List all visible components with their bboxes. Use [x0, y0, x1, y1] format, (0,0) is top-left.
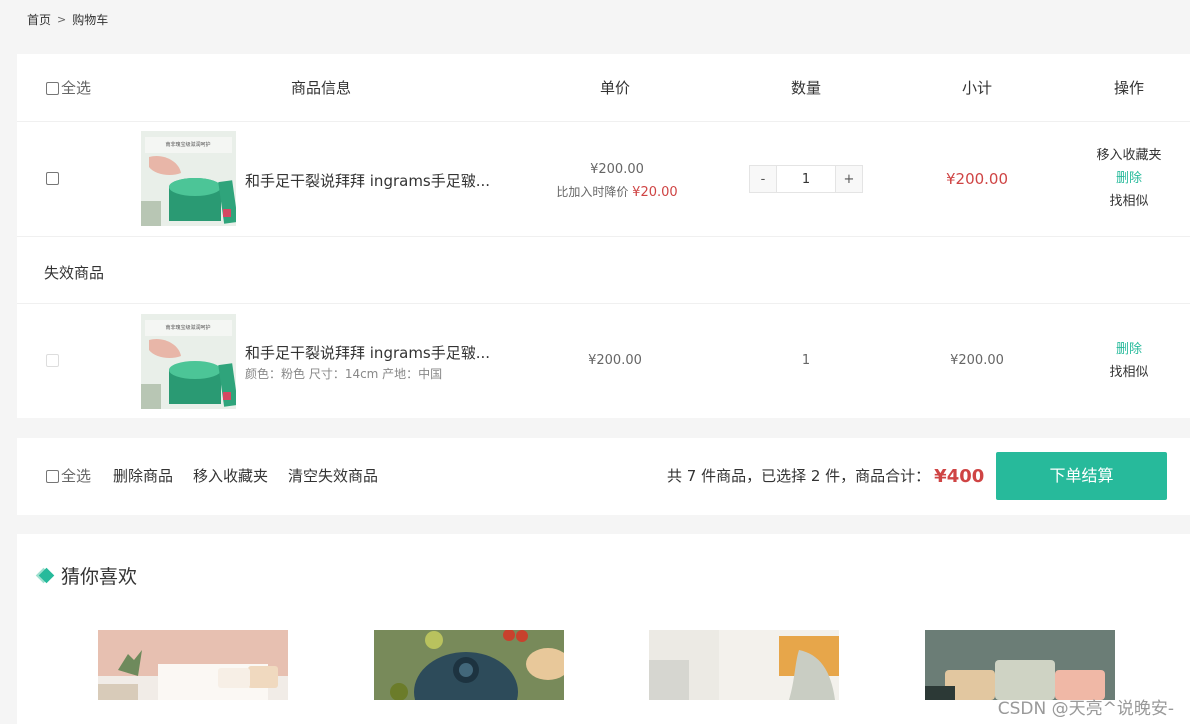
unit-price: ¥200.00 [590, 162, 644, 177]
quantity-minus-button[interactable]: - [750, 166, 776, 192]
quantity-input[interactable]: 1 [776, 166, 836, 192]
svg-text:南非瑰宝级滋润呵护: 南非瑰宝级滋润呵护 [165, 324, 210, 331]
item-checkbox[interactable] [46, 172, 59, 185]
delete-link[interactable]: 删除 [1079, 167, 1179, 190]
header-info: 商品信息 [290, 79, 351, 97]
breadcrumb-separator: > [57, 13, 67, 26]
quantity-stepper: - 1 + [749, 165, 863, 193]
price-cell: ¥200.00 比加入时降价 ¥20.00 [527, 159, 707, 204]
item-actions: 删除 找相似 [1079, 338, 1179, 384]
watermark: CSDN @天亮^说晚安- [997, 699, 1174, 719]
header-actions: 操作 [1113, 79, 1144, 97]
select-all-label: 全选 [61, 79, 92, 97]
svg-text:南非瑰宝级滋润呵护: 南非瑰宝级滋润呵护 [165, 141, 210, 148]
divider [17, 121, 1190, 122]
header-subtotal: 小计 [961, 79, 992, 97]
invalid-section-title: 失效商品 [44, 264, 105, 282]
product-image[interactable]: 南非瑰宝级滋润呵护 [141, 131, 236, 226]
total-amount: ¥400 [934, 466, 985, 487]
item-subtotal: ¥200.00 [945, 170, 1009, 188]
move-to-favorites-link[interactable]: 移入收藏夹 [1079, 144, 1179, 167]
breadcrumb: 首页 > 购物车 [27, 11, 108, 28]
divider [17, 236, 1190, 237]
recommend-product-image[interactable] [98, 630, 288, 700]
checkout-button[interactable]: 下单结算 [996, 452, 1167, 500]
footer-select-all-label: 全选 [61, 467, 92, 485]
item-actions: 移入收藏夹 删除 找相似 [1079, 144, 1179, 213]
header-quantity: 数量 [790, 79, 821, 97]
product-name[interactable]: 和手足干裂说拜拜 ingrams手足皲... [245, 342, 490, 363]
clear-invalid-button[interactable]: 清空失效商品 [288, 438, 378, 515]
cart-table: 全选 商品信息 单价 数量 小计 操作 南非瑰宝级滋润呵护 和手足干裂说拜拜 i… [17, 54, 1190, 418]
price-drop-label: 比加入时降价 [556, 185, 629, 199]
quantity-plus-button[interactable]: + [836, 166, 862, 192]
recommend-product-image[interactable] [374, 630, 564, 700]
delete-link[interactable]: 删除 [1079, 338, 1179, 361]
recommend-product-image[interactable] [925, 630, 1115, 700]
recommend-product-image[interactable] [649, 630, 839, 700]
cart-footer: 全选 删除商品 移入收藏夹 清空失效商品 共 7 件商品，已选择 2 件，商品合… [17, 438, 1190, 515]
product-image[interactable]: 南非瑰宝级滋润呵护 [141, 314, 236, 409]
item-subtotal: ¥200.00 [950, 353, 1004, 368]
delete-goods-button[interactable]: 删除商品 [113, 438, 173, 515]
divider [17, 303, 1190, 304]
diamond-icon [35, 567, 55, 585]
footer-select-all-checkbox[interactable] [46, 470, 59, 483]
find-similar-link[interactable]: 找相似 [1079, 190, 1179, 213]
breadcrumb-current: 购物车 [72, 13, 109, 27]
find-similar-link[interactable]: 找相似 [1079, 361, 1179, 384]
move-to-favorites-button[interactable]: 移入收藏夹 [193, 438, 268, 515]
select-all-checkbox[interactable] [46, 81, 59, 95]
price-drop-value: ¥20.00 [632, 185, 678, 200]
footer-select-all[interactable]: 全选 [46, 438, 91, 515]
summary-text: 共 7 件商品，已选择 2 件，商品合计： [667, 467, 931, 485]
price-drop-note: 比加入时降价 ¥20.00 [527, 181, 707, 204]
breadcrumb-home[interactable]: 首页 [27, 11, 51, 28]
product-name[interactable]: 和手足干裂说拜拜 ingrams手足皲... [245, 170, 490, 191]
select-all-header[interactable]: 全选 [46, 54, 91, 122]
header-price: 单价 [599, 79, 630, 97]
product-attributes: 颜色：粉色 尺寸：14cm 产地：中国 [245, 367, 443, 381]
recommend-title-row: 猜你喜欢 [35, 562, 137, 589]
recommend-title: 猜你喜欢 [61, 566, 138, 588]
order-summary: 共 7 件商品，已选择 2 件，商品合计： ¥400 [667, 438, 984, 515]
item-checkbox-disabled [46, 354, 59, 367]
unit-price: ¥200.00 [588, 353, 642, 368]
quantity-value: 1 [801, 353, 811, 368]
